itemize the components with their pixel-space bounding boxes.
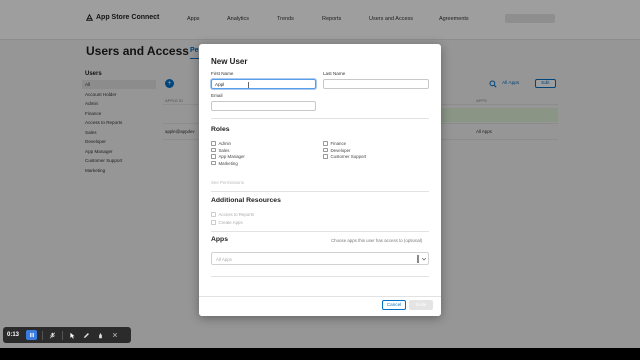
role-developer-checkbox[interactable]: Developer — [323, 148, 351, 153]
divider — [211, 118, 429, 119]
create-apps-checkbox[interactable]: Create Apps — [211, 220, 243, 225]
checkbox[interactable] — [211, 141, 216, 146]
checkbox[interactable] — [211, 147, 216, 153]
access-to-reports-checkbox[interactable]: Access to Reports — [211, 212, 254, 217]
cursor-icon — [70, 332, 75, 339]
toolbar-separator — [62, 330, 63, 340]
toolbar-separator — [42, 330, 43, 340]
highlighter-icon — [99, 332, 102, 338]
pause-icon — [29, 332, 34, 338]
dialog-title: New User — [211, 57, 248, 66]
text-cursor — [248, 82, 249, 88]
pause-button[interactable] — [26, 330, 37, 340]
checkbox[interactable] — [211, 154, 216, 159]
checkbox[interactable] — [323, 154, 328, 159]
role-label: Sales — [218, 147, 230, 153]
additional-resources-heading: Additional Resources — [211, 197, 281, 204]
see-permissions-link[interactable]: See Permissions — [211, 180, 244, 185]
checkbox[interactable] — [211, 160, 216, 166]
role-marketing-checkbox[interactable]: Marketing — [211, 161, 238, 166]
invite-button[interactable]: Invite — [409, 300, 433, 310]
scroll-handle[interactable] — [417, 255, 419, 263]
role-app-manager-checkbox[interactable]: App Manager — [211, 154, 245, 159]
microphone-off-icon — [49, 331, 56, 339]
divider — [211, 191, 429, 192]
roles-heading: Roles — [211, 126, 230, 133]
divider — [211, 231, 429, 232]
resource-label: Create Apps — [218, 220, 243, 225]
apps-select-value: All Apps — [216, 256, 232, 262]
checkbox[interactable] — [211, 212, 216, 217]
checkbox[interactable] — [323, 147, 328, 153]
role-customer-support-checkbox[interactable]: Customer Support — [323, 154, 366, 159]
role-admin-checkbox[interactable]: Admin — [211, 141, 231, 146]
apps-select[interactable]: All Apps — [211, 252, 429, 265]
new-user-dialog: New User First Name Last Name Email Role… — [199, 44, 441, 316]
role-label: App Manager — [218, 154, 245, 159]
app-store-connect-page: App Store Connect Apps Analytics Trends … — [0, 0, 640, 348]
highlighter-tool-button[interactable] — [96, 330, 105, 340]
cancel-button[interactable]: Cancel — [382, 300, 406, 310]
first-name-input[interactable] — [211, 79, 316, 89]
email-label: Email — [211, 93, 223, 98]
apps-hint-text: Choose apps this user has access to (opt… — [331, 238, 423, 243]
role-finance-checkbox[interactable]: Finance — [323, 141, 346, 146]
screen-recorder-toolbar: 0:13 — [3, 327, 131, 343]
role-label: Admin — [218, 141, 231, 146]
last-name-label: Last Name — [323, 71, 346, 76]
role-label: Customer Support — [330, 154, 367, 159]
checkbox[interactable] — [323, 141, 328, 146]
cursor-tool-button[interactable] — [68, 330, 77, 340]
chevron-down-icon[interactable] — [421, 256, 427, 262]
mic-button[interactable] — [48, 330, 57, 340]
first-name-label: First Name — [211, 71, 234, 76]
pen-tool-button[interactable] — [82, 330, 91, 340]
role-label: Finance — [330, 141, 347, 146]
role-label: Marketing — [218, 160, 238, 166]
last-name-input[interactable] — [323, 79, 429, 89]
email-input[interactable] — [211, 101, 316, 111]
role-sales-checkbox[interactable]: Sales — [211, 148, 229, 153]
resource-label: Access to Reports — [218, 212, 255, 217]
role-label: Developer — [330, 147, 351, 153]
pen-icon — [84, 332, 89, 338]
close-icon — [112, 332, 117, 338]
apps-heading: Apps — [211, 236, 228, 243]
close-toolbar-button[interactable] — [110, 330, 119, 340]
recording-time: 0:13 — [7, 332, 20, 338]
divider — [211, 276, 429, 277]
checkbox[interactable] — [211, 220, 216, 225]
